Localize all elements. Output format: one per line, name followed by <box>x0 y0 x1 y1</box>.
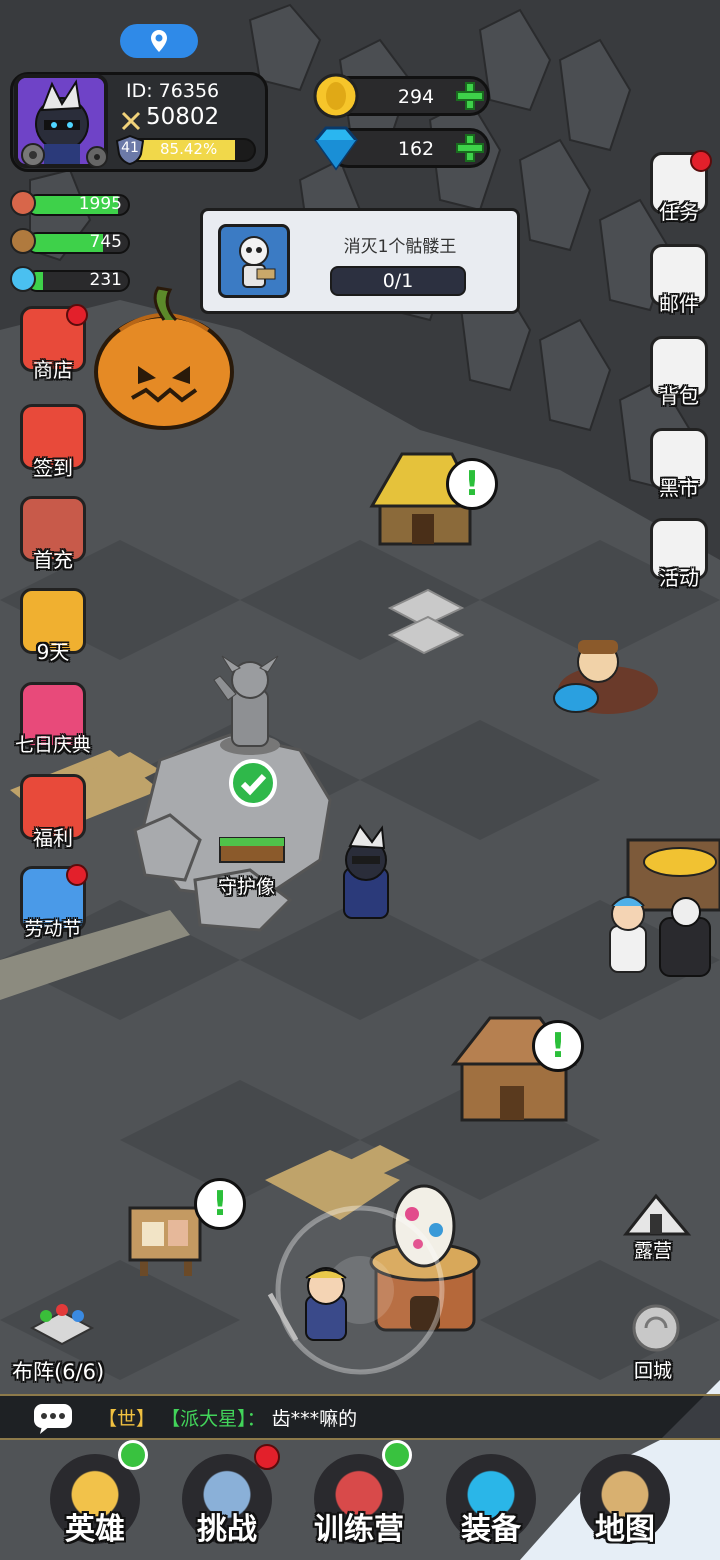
menu-events-button[interactable]: 活动 <box>634 518 720 591</box>
player-level: 41 <box>121 140 139 156</box>
notification-dot <box>254 1444 280 1470</box>
chat-bubble-icon[interactable] <box>32 1402 74 1434</box>
menu-label: 活动 <box>659 566 699 590</box>
menu-label: 首充 <box>33 548 73 572</box>
gold-coin-icon <box>313 73 359 119</box>
nav-label: 英雄 <box>65 1512 125 1547</box>
player-id: ID: 76356 <box>126 80 220 102</box>
crossed-swords-icon <box>121 111 141 131</box>
quest-target-portrait <box>218 224 290 298</box>
menu-welfare-button[interactable]: 福利 <box>8 774 98 851</box>
location-pin-icon <box>151 30 167 52</box>
nav-map-tab[interactable]: 地图 <box>560 1448 690 1560</box>
hay-hut-alert-bubble[interactable]: ! <box>446 458 498 510</box>
nav-equipment-tab[interactable]: 装备 <box>426 1448 556 1560</box>
menu-label: 福利 <box>33 826 73 850</box>
menu-pass-button[interactable]: 9天 <box>8 588 98 665</box>
nav-label: 装备 <box>461 1512 521 1547</box>
notification-dot <box>66 864 88 886</box>
menu-label: 任务 <box>659 200 699 224</box>
xp-percent: 85.42% <box>160 140 218 158</box>
upgrade-arrow-icon <box>118 1440 148 1470</box>
menu-label: 背包 <box>659 384 699 408</box>
statue-complete-check-icon[interactable] <box>228 758 278 808</box>
chat-sender: 【派大星】： <box>161 1408 266 1430</box>
menu-label: 黑市 <box>659 476 699 500</box>
wood-house-alert-bubble[interactable]: ! <box>532 1020 584 1072</box>
formation-label[interactable]: 布阵(6/6) <box>12 1356 104 1386</box>
skeleton-king-icon <box>239 236 276 288</box>
menu-label: 9天 <box>36 640 70 664</box>
menu-bag-button[interactable]: 背包 <box>634 336 720 409</box>
quest-progress: 0/1 <box>330 266 466 296</box>
chat-text: 齿***嘛的 <box>271 1408 358 1430</box>
add-gold-button[interactable] <box>454 80 486 112</box>
nav-label: 训练营 <box>314 1512 404 1547</box>
location-button[interactable] <box>120 24 198 58</box>
diamond-icon <box>314 126 358 171</box>
notification-dot <box>66 304 88 326</box>
gold-amount: 294 <box>397 86 435 108</box>
menu-label: 商店 <box>33 358 73 382</box>
upgrade-arrow-icon <box>382 1440 412 1470</box>
guardian-statue-label[interactable]: 守护像 <box>218 872 275 899</box>
nav-label: 地图 <box>595 1512 655 1547</box>
menu-mail-button[interactable]: 邮件 <box>634 244 720 317</box>
settings-gear-icon[interactable] <box>18 140 48 170</box>
menu-label: 签到 <box>33 456 73 480</box>
nav-label: 挑战 <box>197 1512 257 1547</box>
menu-label: 劳动节 <box>24 918 82 940</box>
menu-seven_day-button[interactable]: 七日庆典 <box>8 682 98 757</box>
chat-message: 【世】 【派大星】： 齿***嘛的 <box>98 1404 357 1431</box>
resource-value: 745 <box>89 232 122 252</box>
quest-title: 消灭1个骷髅王 <box>343 237 457 257</box>
resource-value: 1995 <box>78 194 122 214</box>
menu-label: 邮件 <box>659 292 699 316</box>
chat-channel: 【世】 <box>98 1408 156 1430</box>
add-gems-button[interactable] <box>454 132 486 164</box>
menu-label: 七日庆典 <box>14 734 91 756</box>
menu-first_recharge-button[interactable]: 首充 <box>8 496 98 573</box>
gem-amount: 162 <box>397 138 435 160</box>
return-city-label[interactable]: 回城 <box>634 1356 672 1383</box>
notification-dot <box>690 150 712 172</box>
gear-icon <box>86 146 108 168</box>
signboard-alert-bubble[interactable]: ! <box>194 1178 246 1230</box>
camp-label[interactable]: 露营 <box>634 1236 672 1263</box>
menu-black_market-button[interactable]: 黑市 <box>634 428 720 501</box>
resource-value: 231 <box>89 270 122 290</box>
menu-signin-button[interactable]: 签到 <box>8 404 98 481</box>
player-power: 50802 <box>146 104 220 130</box>
